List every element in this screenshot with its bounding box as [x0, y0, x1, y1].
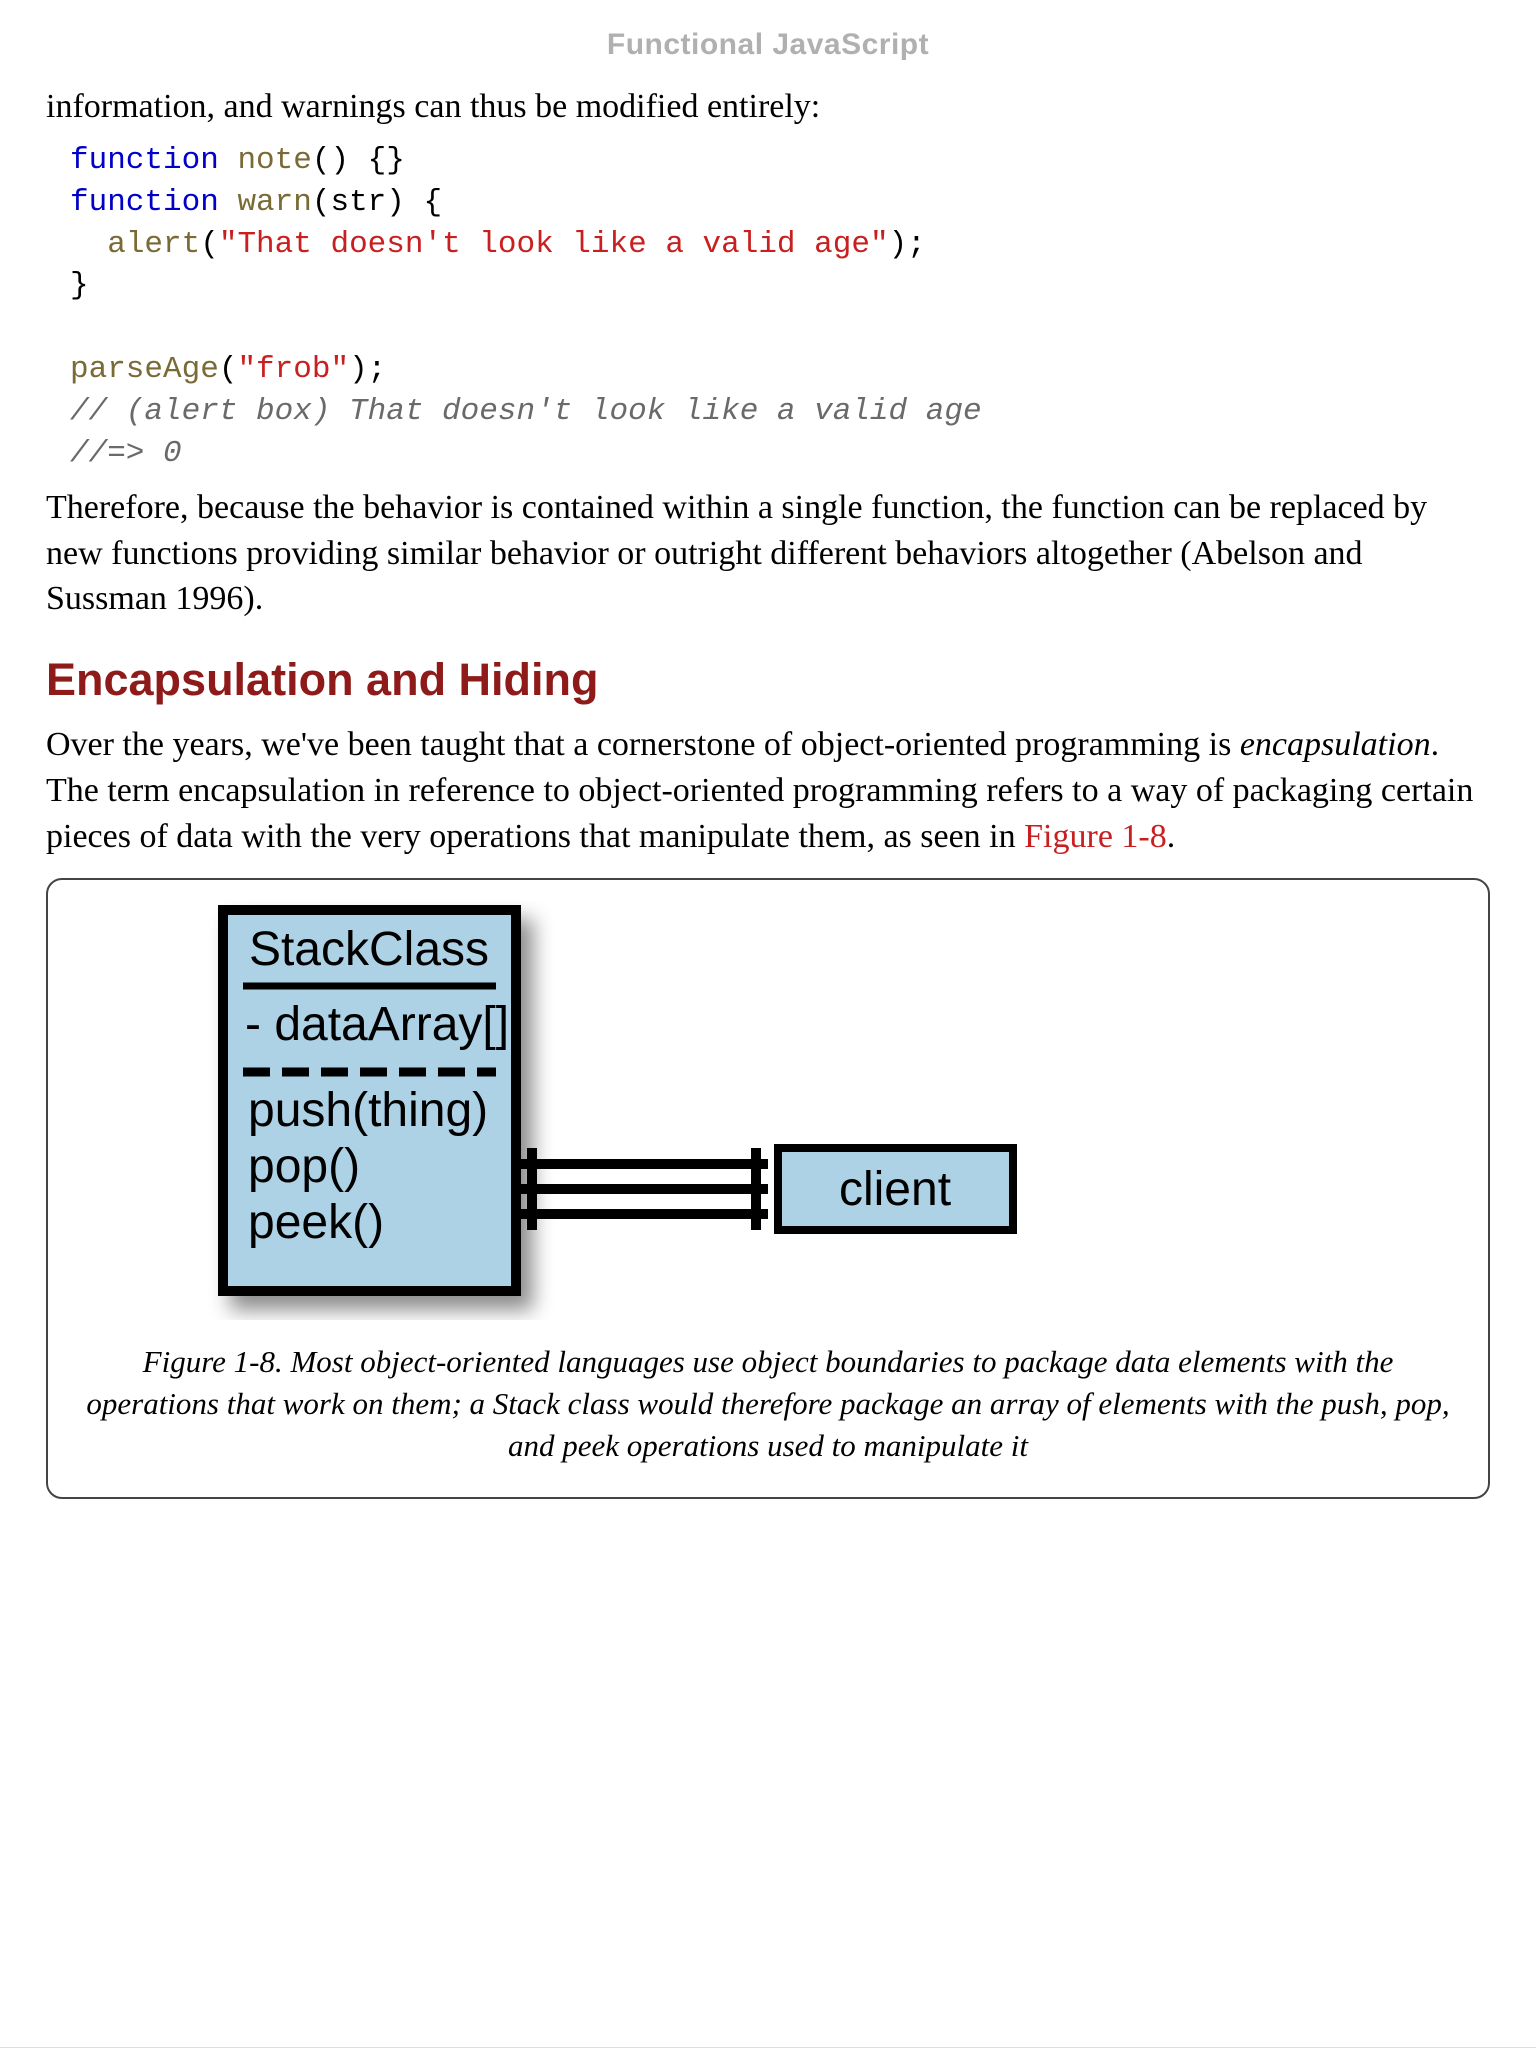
code-block-1: function note() {} function warn(str) { …: [70, 140, 1490, 475]
comment: // (alert box) That doesn't look like a …: [70, 394, 982, 429]
string-literal: "frob": [237, 352, 349, 387]
page-header: Functional JavaScript: [46, 0, 1490, 84]
diagram-stack-m3: peek(): [248, 1196, 384, 1249]
fn-note: note: [237, 143, 311, 178]
punct: }: [70, 268, 89, 303]
paragraph-behavior: Therefore, because the behavior is conta…: [46, 485, 1490, 623]
em-encapsulation: encapsulation: [1240, 726, 1431, 763]
fn-warn: warn: [237, 185, 311, 220]
stack-client-diagram: StackClass - dataArray[] push(thing) pop…: [78, 900, 1458, 1320]
paragraph-encapsulation: Over the years, we've been taught that a…: [46, 722, 1490, 860]
keyword-function: function: [70, 143, 219, 178]
figure-caption: Figure 1-8. Most object-oriented languag…: [78, 1341, 1458, 1467]
diagram-stack-m1: push(thing): [248, 1084, 488, 1137]
string-literal: "That doesn't look like a valid age": [219, 227, 889, 262]
punct: (: [200, 227, 219, 262]
text: .: [1167, 818, 1176, 855]
comment: //=> 0: [70, 436, 182, 471]
figure-1-8: StackClass - dataArray[] push(thing) pop…: [46, 878, 1490, 1499]
punct: );: [349, 352, 386, 387]
diagram-stack-title: StackClass: [249, 923, 489, 976]
keyword-function: function: [70, 185, 219, 220]
diagram-client-label: client: [839, 1163, 951, 1216]
diagram-client-box: client: [778, 1148, 1013, 1230]
punct: () {}: [312, 143, 405, 178]
text: Over the years, we've been taught that a…: [46, 726, 1240, 763]
punct: );: [889, 227, 926, 262]
fn-parseage: parseAge: [70, 352, 219, 387]
punct: (str) {: [312, 185, 442, 220]
intro-paragraph: information, and warnings can thus be mo…: [46, 84, 1490, 130]
diagram-stack-data: - dataArray[]: [245, 998, 509, 1051]
fn-alert: alert: [107, 227, 200, 262]
punct: (: [219, 352, 238, 387]
diagram-stack-m2: pop(): [248, 1140, 360, 1193]
section-heading-encapsulation: Encapsulation and Hiding: [46, 654, 1490, 706]
diagram-connection-lines: [520, 1148, 768, 1230]
figure-reference-link[interactable]: Figure 1-8: [1024, 818, 1167, 855]
